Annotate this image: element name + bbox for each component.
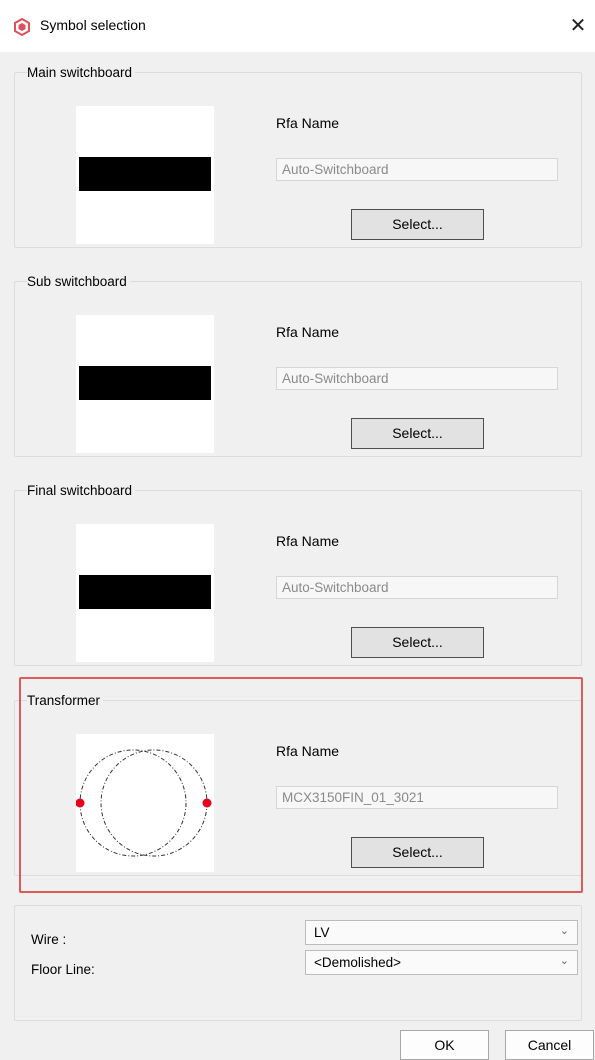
wire-label: Wire : [31,932,67,947]
switchboard-symbol [79,157,211,191]
group-final-switchboard: Final switchboard Rfa Name Select... [14,482,582,666]
rfa-name-label: Rfa Name [276,115,340,131]
rfa-name-label: Rfa Name [276,324,340,340]
select-button-final-switchboard[interactable]: Select... [351,627,484,658]
close-button[interactable]: ✕ [564,12,592,40]
floor-line-label: Floor Line: [31,962,95,977]
highlight-box-transformer [19,677,583,893]
close-icon: ✕ [569,15,587,37]
floor-line-selected-value: <Demolished> [314,955,402,970]
ok-button[interactable]: OK [400,1030,489,1060]
rfa-name-label: Rfa Name [276,533,340,549]
group-title-main-switchboard: Main switchboard [27,64,136,81]
switchboard-symbol [79,575,211,609]
floor-line-dropdown[interactable]: <Demolished> ⌄ [305,950,578,975]
symbol-preview-sub-switchboard [76,315,214,453]
select-button-sub-switchboard[interactable]: Select... [351,418,484,449]
select-button-main-switchboard[interactable]: Select... [351,209,484,240]
group-sub-switchboard: Sub switchboard Rfa Name Select... [14,273,582,457]
wire-dropdown[interactable]: LV ⌄ [305,920,578,945]
symbol-preview-final-switchboard [76,524,214,662]
rfa-name-field-sub-switchboard[interactable] [276,367,558,390]
group-title-sub-switchboard: Sub switchboard [27,273,130,290]
chevron-down-icon: ⌄ [559,955,569,967]
group-main-switchboard: Main switchboard Rfa Name Select... [14,64,582,248]
options-group: Wire : LV ⌄ Floor Line: <Demolished> ⌄ [14,905,582,1021]
wire-selected-value: LV [314,925,330,940]
title-bar: Symbol selection ✕ [0,0,595,52]
rfa-name-field-final-switchboard[interactable] [276,576,558,599]
window-title: Symbol selection [40,17,146,33]
symbol-preview-main-switchboard [76,106,214,244]
chevron-down-icon: ⌄ [559,925,569,937]
switchboard-symbol [79,366,211,400]
rfa-name-field-main-switchboard[interactable] [276,158,558,181]
app-logo-icon [14,18,30,36]
cancel-button[interactable]: Cancel [505,1030,594,1060]
group-title-final-switchboard: Final switchboard [27,482,136,499]
